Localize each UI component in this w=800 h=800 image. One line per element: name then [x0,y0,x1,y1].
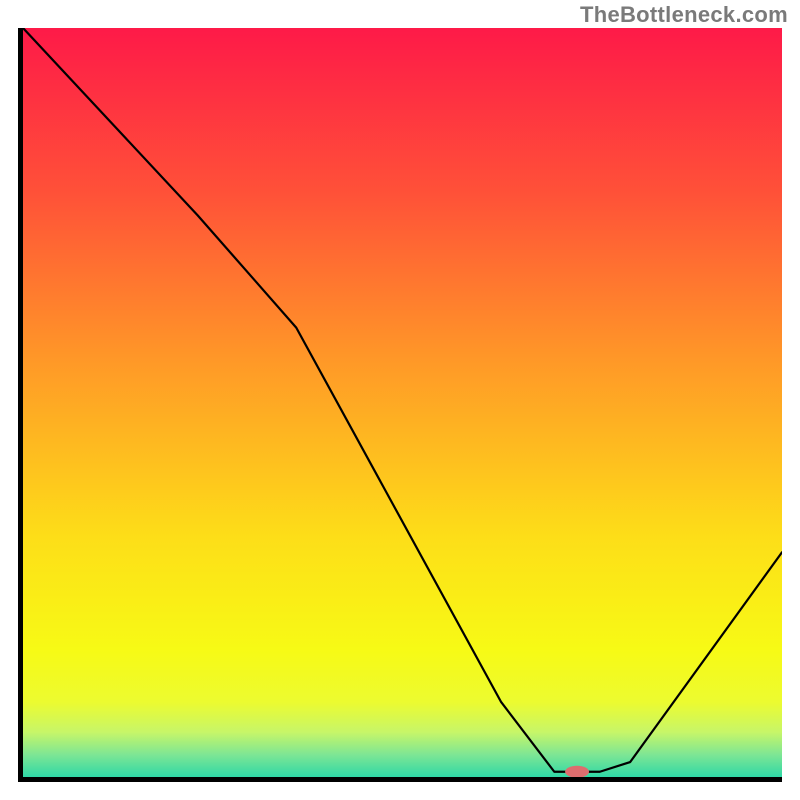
bottleneck-curve-plot [23,28,782,777]
plot-frame [18,28,782,782]
chart-container: TheBottleneck.com [0,0,800,800]
attribution-watermark: TheBottleneck.com [580,2,788,28]
gradient-background [23,28,782,777]
